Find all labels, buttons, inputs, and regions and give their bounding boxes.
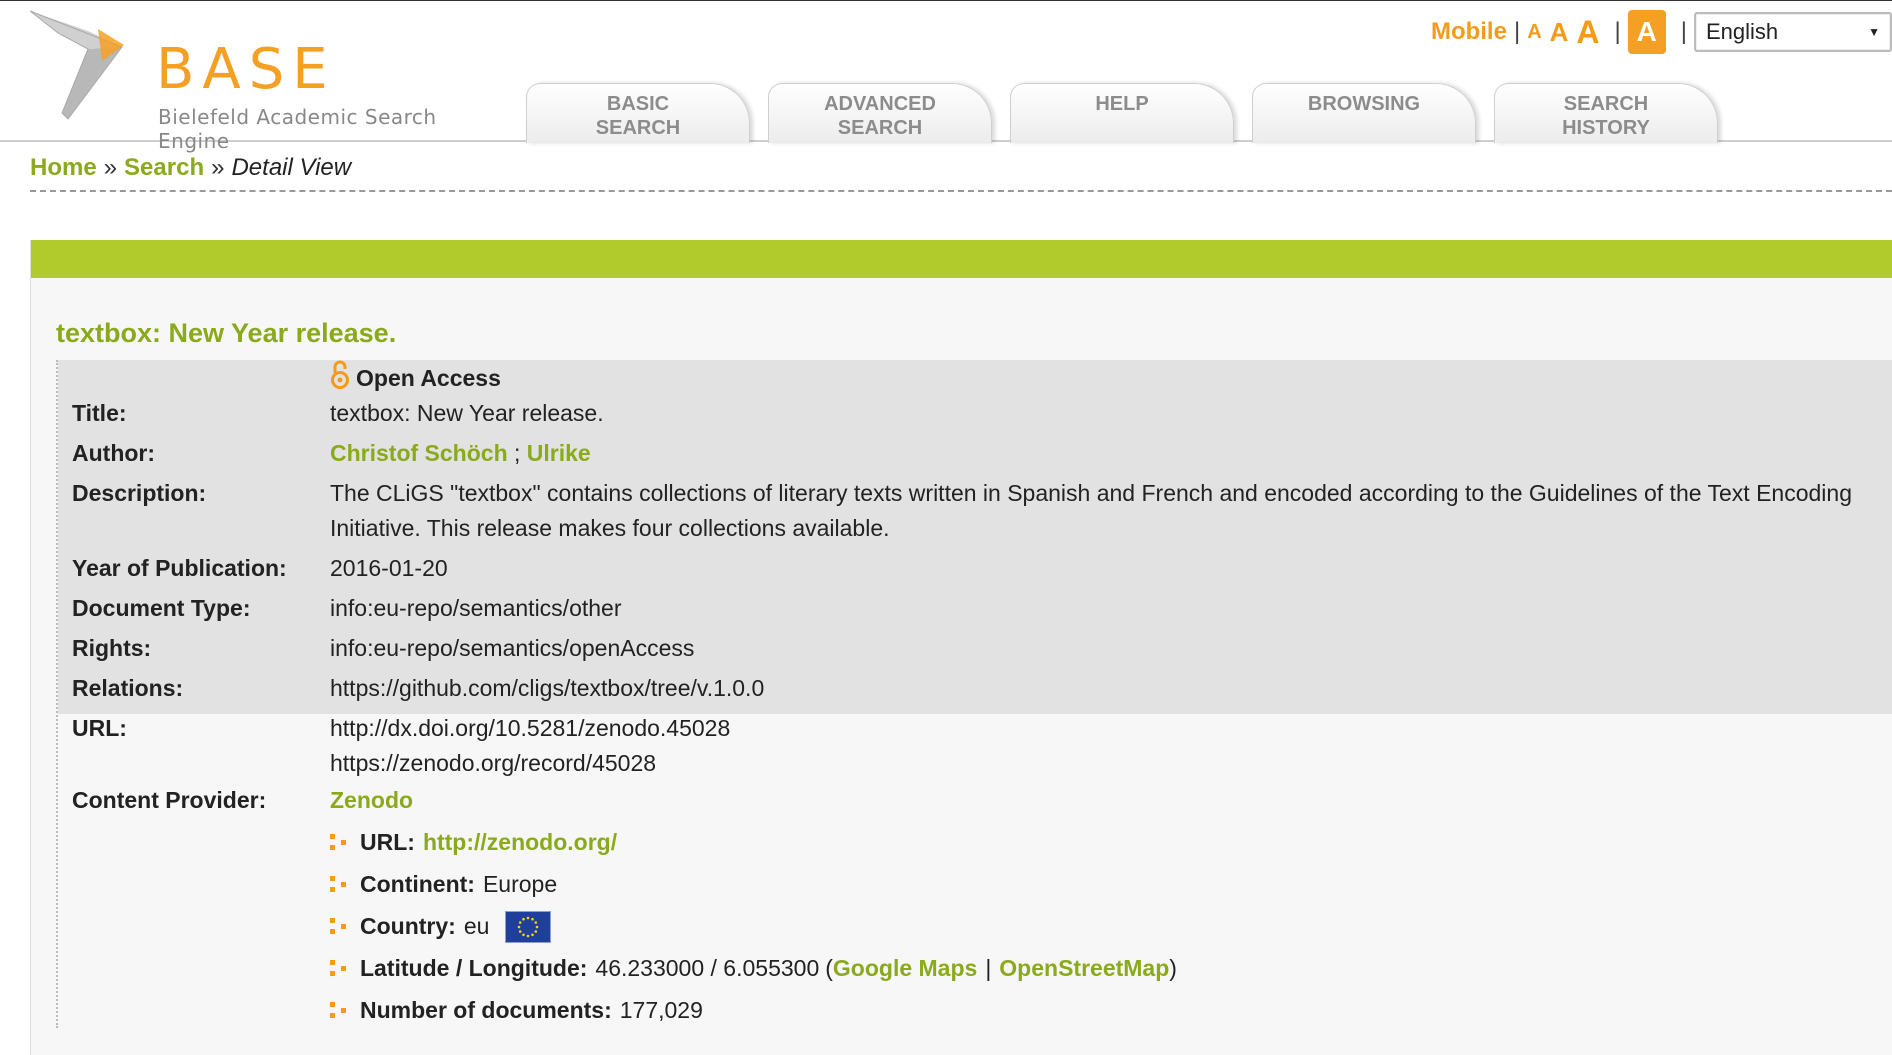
relations-value: https://github.com/cligs/textbox/tree/v.… xyxy=(330,675,765,701)
tab-browsing[interactable]: BROWSING xyxy=(1252,83,1476,143)
open-access-status: Open Access xyxy=(330,360,1892,396)
author-link[interactable]: Ulrike xyxy=(527,440,591,466)
record-heading: textbox: New Year release. xyxy=(56,318,397,348)
continent-label: Continent: xyxy=(360,871,475,897)
breadcrumb-separator: » xyxy=(103,154,118,181)
language-value: English xyxy=(1706,19,1779,44)
tab-basic-search[interactable]: BASIC SEARCH xyxy=(526,83,750,143)
bullet-icon xyxy=(330,833,350,852)
provider-value: Zenodo URL: http://zenodo.org/ Continent… xyxy=(330,783,1892,1028)
doctype-label: Document Type: xyxy=(72,595,251,621)
record-details: Open Access Title: textbox: New Year rel… xyxy=(56,360,1892,1028)
author-value: Christof Schöch ; Ulrike xyxy=(330,436,1892,471)
url-label: URL: xyxy=(72,715,127,741)
author-separator: ; xyxy=(514,440,521,466)
title-value: textbox: New Year release. xyxy=(330,400,604,426)
breadcrumb-search-link[interactable]: Search xyxy=(124,154,204,182)
font-size-contrast-button[interactable]: A xyxy=(1627,10,1666,54)
panel-header-bar xyxy=(31,240,1892,278)
latlon-label: Latitude / Longitude: xyxy=(360,955,588,981)
provider-url-link[interactable]: http://zenodo.org/ xyxy=(423,825,617,860)
logo-wordmark: BASE xyxy=(156,37,336,102)
country-value: eu xyxy=(463,913,490,939)
open-access-lock-icon xyxy=(331,360,349,389)
paren-open: ( xyxy=(825,955,833,981)
language-select[interactable]: English ▼ xyxy=(1694,12,1892,52)
country-label: Country: xyxy=(360,913,456,939)
openstreetmap-link[interactable]: OpenStreetMap xyxy=(999,951,1169,986)
main-nav-tabs: BASIC SEARCH ADVANCED SEARCH HELP BROWSI… xyxy=(526,83,1736,143)
separator: | xyxy=(1614,18,1621,45)
latlon-value: 46.233000 / 6.055300 xyxy=(595,955,820,981)
map-link-separator: | xyxy=(985,955,992,981)
tab-advanced-search[interactable]: ADVANCED SEARCH xyxy=(768,83,992,143)
documents-value: 177,029 xyxy=(619,997,703,1023)
paren-close: ) xyxy=(1169,955,1177,981)
rights-value: info:eu-repo/semantics/openAccess xyxy=(330,635,695,661)
country-row: Country: eu xyxy=(330,909,1881,944)
breadcrumb-home-link[interactable]: Home xyxy=(30,154,97,182)
year-label: Year of Publication: xyxy=(72,555,287,581)
documents-row: Number of documents: 177,029 xyxy=(330,993,1881,1028)
font-size-medium-button[interactable]: A xyxy=(1550,17,1569,48)
tab-help[interactable]: HELP xyxy=(1010,83,1234,143)
url-doi[interactable]: http://dx.doi.org/10.5281/zenodo.45028 xyxy=(330,711,1881,746)
doctype-value: info:eu-repo/semantics/other xyxy=(330,595,622,621)
author-label: Author: xyxy=(72,440,156,466)
description-value: The CLiGS "textbox" contains collections… xyxy=(330,480,1852,541)
documents-label: Number of documents: xyxy=(360,997,612,1023)
description-label: Description: xyxy=(72,480,207,506)
google-maps-link[interactable]: Google Maps xyxy=(833,951,977,986)
logo-subtitle: Bielefeld Academic Search Engine xyxy=(158,105,437,153)
url-values: http://dx.doi.org/10.5281/zenodo.45028 h… xyxy=(330,711,1892,781)
year-value: 2016-01-20 xyxy=(330,555,448,581)
url-record[interactable]: https://zenodo.org/record/45028 xyxy=(330,746,1881,781)
chevron-down-icon: ▼ xyxy=(1868,25,1880,39)
tab-search-history[interactable]: SEARCH HISTORY xyxy=(1494,83,1718,143)
continent-value: Europe xyxy=(482,871,558,897)
font-size-large-button[interactable]: A xyxy=(1576,14,1599,51)
title-label: Title: xyxy=(72,400,127,426)
bullet-icon xyxy=(330,875,350,894)
divider xyxy=(30,190,1892,192)
latlon-row: Latitude / Longitude: 46.233000 / 6.0553… xyxy=(330,951,1881,986)
bullet-icon xyxy=(330,959,350,978)
continent-row: Continent: Europe xyxy=(330,867,1881,902)
breadcrumb-current: Detail View xyxy=(231,154,352,181)
logo-arrow-icon xyxy=(29,10,124,120)
author-link[interactable]: Christof Schöch xyxy=(330,440,508,466)
breadcrumb: Home » Search » Detail View xyxy=(30,154,351,182)
site-header: BASE Bielefeld Academic Search Engine Mo… xyxy=(0,0,1892,153)
topbar-controls: Mobile | A A A | A | English ▼ xyxy=(1431,10,1892,54)
eu-flag-icon xyxy=(505,910,552,943)
relations-label: Relations: xyxy=(72,675,184,701)
base-logo[interactable]: BASE Bielefeld Academic Search Engine xyxy=(28,9,488,153)
open-access-label: Open Access xyxy=(356,365,501,391)
bullet-icon xyxy=(330,1001,350,1020)
row-label-empty xyxy=(58,360,330,396)
provider-url-label: URL: xyxy=(360,829,415,855)
separator: | xyxy=(1680,18,1687,45)
bullet-icon xyxy=(330,917,350,936)
rights-label: Rights: xyxy=(72,635,152,661)
provider-label: Content Provider: xyxy=(72,787,267,813)
breadcrumb-separator: » xyxy=(211,154,225,181)
separator: | xyxy=(1513,18,1521,45)
font-size-small-button[interactable]: A xyxy=(1527,21,1541,44)
provider-link[interactable]: Zenodo xyxy=(330,787,413,813)
provider-url-row: URL: http://zenodo.org/ xyxy=(330,825,1881,860)
record-panel: textbox: New Year release. Open Access T… xyxy=(30,240,1892,1055)
mobile-link[interactable]: Mobile xyxy=(1431,18,1507,46)
